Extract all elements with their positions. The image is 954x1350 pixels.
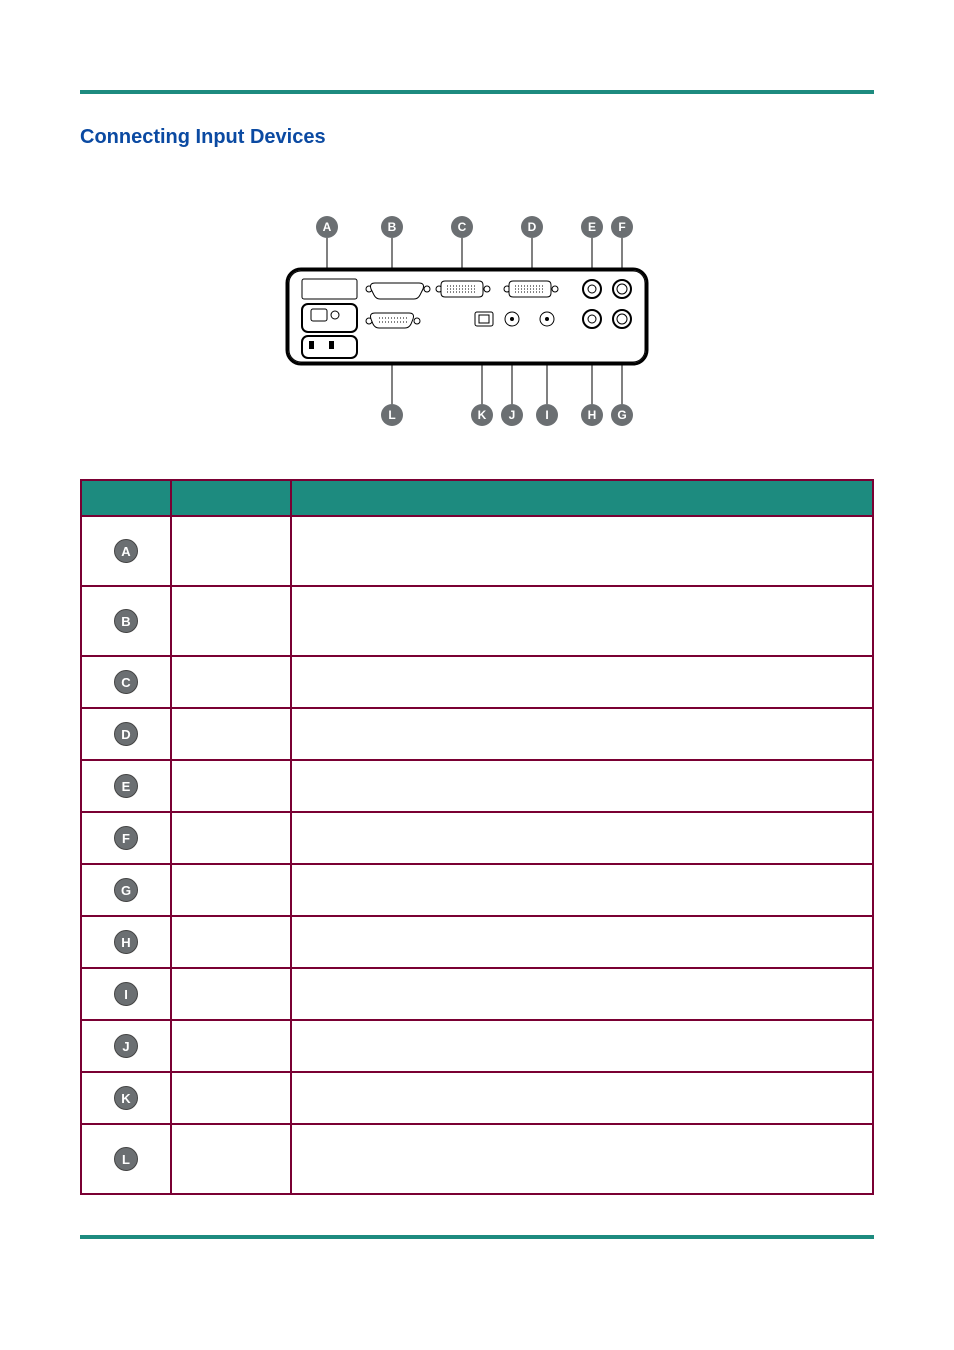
- row-k-label: [171, 1072, 291, 1124]
- table-row: H: [81, 916, 873, 968]
- row-c-label: [171, 656, 291, 708]
- badge-f-icon: F: [114, 826, 138, 850]
- badge-g-icon: G: [114, 878, 138, 902]
- row-f-desc: [291, 812, 873, 864]
- badge-e-icon: E: [114, 774, 138, 798]
- row-c-desc: [291, 656, 873, 708]
- table-header-label: [171, 480, 291, 516]
- row-g-desc: [291, 864, 873, 916]
- page: Connecting Input Devices A B C D E F: [0, 0, 954, 1279]
- badge-k-icon: K: [114, 1086, 138, 1110]
- row-k-desc: [291, 1072, 873, 1124]
- row-a-desc: [291, 516, 873, 586]
- table-row: L: [81, 1124, 873, 1194]
- badge-d-icon: D: [114, 722, 138, 746]
- table-header-row: [81, 480, 873, 516]
- row-d-label: [171, 708, 291, 760]
- badge-j-icon: J: [114, 1034, 138, 1058]
- row-i-label: [171, 968, 291, 1020]
- callout-a-icon: A: [323, 220, 332, 234]
- row-l-desc: [291, 1124, 873, 1194]
- badge-a-icon: A: [114, 539, 138, 563]
- row-g-label: [171, 864, 291, 916]
- badge-b-icon: B: [114, 609, 138, 633]
- rear-panel-svg: A B C D E F: [277, 209, 677, 439]
- table-row: E: [81, 760, 873, 812]
- callout-h-icon: H: [588, 408, 597, 422]
- badge-h-icon: H: [114, 930, 138, 954]
- table-row: B: [81, 586, 873, 656]
- row-j-label: [171, 1020, 291, 1072]
- callout-f-icon: F: [618, 220, 625, 234]
- bottom-divider: [80, 1235, 874, 1239]
- row-l-label: [171, 1124, 291, 1194]
- table-row: A: [81, 516, 873, 586]
- row-h-label: [171, 916, 291, 968]
- row-a-label: [171, 516, 291, 586]
- table-header-icon: [81, 480, 171, 516]
- table-row: G: [81, 864, 873, 916]
- row-i-desc: [291, 968, 873, 1020]
- callout-e-icon: E: [588, 220, 596, 234]
- row-b-desc: [291, 586, 873, 656]
- table-row: C: [81, 656, 873, 708]
- callout-j-icon: J: [509, 408, 516, 422]
- table-row: K: [81, 1072, 873, 1124]
- table-header-desc: [291, 480, 873, 516]
- table-row: D: [81, 708, 873, 760]
- row-e-desc: [291, 760, 873, 812]
- row-h-desc: [291, 916, 873, 968]
- table-row: J: [81, 1020, 873, 1072]
- table-row: F: [81, 812, 873, 864]
- section-title: Connecting Input Devices: [80, 126, 874, 149]
- row-b-label: [171, 586, 291, 656]
- table-row: I: [81, 968, 873, 1020]
- row-f-label: [171, 812, 291, 864]
- callout-c-icon: C: [458, 220, 467, 234]
- port-table: A B C D E: [80, 479, 874, 1195]
- row-d-desc: [291, 708, 873, 760]
- callout-d-icon: D: [528, 220, 537, 234]
- callout-i-icon: I: [545, 408, 548, 422]
- badge-c-icon: C: [114, 670, 138, 694]
- callout-b-icon: B: [388, 220, 397, 234]
- callout-g-icon: G: [617, 408, 626, 422]
- rear-panel-diagram: A B C D E F: [80, 209, 874, 439]
- row-j-desc: [291, 1020, 873, 1072]
- row-e-label: [171, 760, 291, 812]
- callout-k-icon: K: [478, 408, 487, 422]
- badge-i-icon: I: [114, 982, 138, 1006]
- badge-l-icon: L: [114, 1147, 138, 1171]
- callout-l-icon: L: [388, 408, 395, 422]
- top-divider: [80, 90, 874, 94]
